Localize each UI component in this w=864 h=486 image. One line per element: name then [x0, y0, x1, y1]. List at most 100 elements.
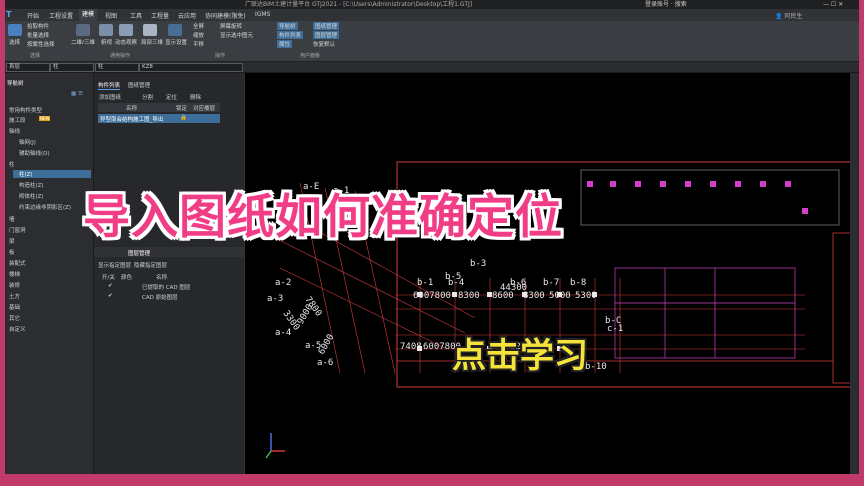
layer-checkbox[interactable]: ✔ — [108, 283, 113, 289]
hide-layers-option[interactable]: 隐藏指定图层 — [134, 261, 167, 269]
view-2d3d-button[interactable]: 二维/三维 — [71, 38, 95, 46]
axis-label: b-4 — [448, 278, 464, 288]
nav-prefab[interactable]: 装配式 — [9, 259, 26, 267]
local-3d-icon[interactable] — [143, 24, 157, 36]
view-2d3d-icon[interactable] — [76, 24, 90, 36]
nav-door-window[interactable]: 门窗洞 — [9, 226, 26, 234]
properties-toggle[interactable]: 属性 — [277, 40, 293, 48]
window-controls[interactable]: — ☐ ✕ — [823, 0, 843, 9]
user-name[interactable]: 👤 阿民生 — [775, 11, 802, 20]
right-scrollbar[interactable] — [850, 73, 859, 474]
nav-axis[interactable]: 轴线 — [9, 127, 20, 135]
nav-constructional-column[interactable]: 构造柱(Z) — [19, 181, 44, 189]
dimension: 7408 — [400, 342, 422, 352]
display-settings-button[interactable]: 显示设置 — [165, 38, 187, 46]
axis-label: b-8 — [570, 278, 586, 288]
app-logo-icon[interactable]: T — [6, 10, 11, 19]
axis-label: a-2 — [275, 278, 291, 288]
orbit-button[interactable]: 动态观察 — [115, 38, 137, 46]
group-label-common: 通用操作 — [110, 53, 131, 59]
nav-wall[interactable]: 墙 — [9, 215, 15, 223]
batch-select-button[interactable]: 批量选择 — [27, 31, 49, 39]
menu-igms[interactable]: IGMS — [255, 11, 270, 18]
show-layers-option[interactable]: 显示指定图层 — [98, 261, 131, 269]
nav-beam[interactable]: 梁 — [9, 237, 15, 245]
layer-checkbox[interactable]: ✔ — [108, 293, 113, 299]
pan-button[interactable]: 平移 — [193, 40, 204, 48]
orbit-icon[interactable] — [119, 24, 133, 36]
nav-foundation[interactable]: 基础 — [9, 303, 20, 311]
component-panel: 构件列表 图纸管理 添加图纸 分割 定位 删除 名称 锁定 对应楼层 异型南会结… — [94, 73, 244, 474]
nav-slab[interactable]: 板 — [9, 248, 15, 256]
dimension: 6007800 — [413, 291, 451, 301]
tab-component-list[interactable]: 构件列表 — [98, 81, 121, 90]
nav-other[interactable]: 其它 — [9, 314, 20, 322]
nav-boundary-zone[interactable]: 约束边缘非阴影区(Z) — [19, 203, 71, 211]
login-search[interactable]: 登录账号 · 搜索 — [645, 0, 687, 9]
nav-common-types[interactable]: 常用构件类型 — [9, 106, 42, 114]
restore-default-button[interactable]: 恢复默认 — [313, 40, 335, 48]
nav-column[interactable]: 柱(Z) — [19, 170, 33, 178]
window-title: 广联达BIM土建计量平台 GTJ2021 - [C:\Users\Adminis… — [245, 1, 473, 8]
zoom-button[interactable]: 缩放 — [193, 31, 204, 39]
nav-decoration[interactable]: 装修 — [9, 281, 20, 289]
menu-modeling[interactable]: 建模 — [79, 9, 98, 21]
show-selected-button[interactable]: 显示选中图元 — [220, 31, 253, 39]
nav-column-group[interactable]: 柱 — [9, 160, 15, 168]
menu-quantities[interactable]: 工程量 — [151, 11, 169, 20]
component-name-select[interactable]: KZ8 — [139, 63, 243, 72]
tab-drawing-manager[interactable]: 图纸管理 — [128, 81, 150, 89]
locate-button[interactable]: 定位 — [166, 93, 177, 101]
floor-select[interactable]: 首层 — [6, 63, 50, 72]
menu-view[interactable]: 视图 — [105, 11, 117, 20]
nav-construction-segment[interactable]: 施工段 — [9, 116, 26, 124]
select-big-label[interactable]: 选择 — [9, 38, 20, 46]
split-button[interactable]: 分割 — [142, 93, 153, 101]
dimension: 6000 — [317, 333, 337, 357]
drawing-canvas[interactable]: a-E a-1 a-D a-2 a-3 a-4 a-5 a-6 b-1 b-5 … — [245, 73, 859, 474]
pick-component-button[interactable]: 拾取构件 — [27, 22, 49, 30]
dimension: 5300 — [575, 291, 597, 301]
axis-label: a-6 — [317, 358, 333, 368]
group-label-user-panel: 用户面板 — [300, 53, 321, 59]
local-3d-button[interactable]: 局部三维 — [141, 38, 163, 46]
add-drawing-button[interactable]: 添加图纸 — [99, 93, 121, 101]
category-select[interactable]: 柱 — [50, 63, 94, 72]
top-view-button[interactable]: 俯视 — [101, 38, 112, 46]
component-list-toggle[interactable]: 构件列表 — [277, 31, 304, 39]
nav-axis-grid[interactable]: 轴网(J) — [19, 138, 36, 146]
nav-custom[interactable]: 自定义 — [9, 325, 26, 333]
nav-aux-axis[interactable]: 辅助轴线(O) — [19, 149, 50, 157]
overlay-subtitle[interactable]: 点击学习 — [452, 328, 588, 377]
axis-label: b-7 — [543, 278, 559, 288]
nav-stairs[interactable]: 楼梯 — [9, 270, 20, 278]
nav-masonry-column[interactable]: 砌体柱(Z) — [19, 192, 44, 200]
lock-icon[interactable]: 🔒 — [180, 115, 187, 121]
delete-button[interactable]: 删除 — [190, 93, 201, 101]
col-layer-name: 名称 — [156, 275, 168, 281]
menu-cloud[interactable]: 云应用 — [178, 11, 196, 20]
nav-earthwork[interactable]: 土方 — [9, 292, 20, 300]
nav-view-icons[interactable]: ▦ ☰ — [71, 91, 83, 97]
ribbon: 选择 拾取构件 批量选择 按属性选择 二维/三维 俯视 动态观察 局部三维 显示… — [5, 21, 859, 62]
overlay-title: 导入图纸如何准确定位 — [83, 190, 563, 245]
display-settings-icon[interactable] — [168, 24, 182, 36]
property-bar: 首层 柱 柱 KZ8 — [5, 62, 859, 73]
axis-label: a-4 — [275, 328, 291, 338]
fullscreen-button[interactable]: 全屏 — [193, 22, 204, 30]
drawing-manager-toggle[interactable]: 图纸管理 — [313, 22, 340, 30]
layer-name: CAD 原始图层 — [142, 295, 178, 301]
menu-tools[interactable]: 工具 — [130, 11, 142, 20]
type-select[interactable]: 柱 — [95, 63, 139, 72]
select-big-icon[interactable] — [8, 24, 22, 36]
tab-layer-manager[interactable]: 图层管理 — [128, 249, 150, 257]
screen-rotate-button[interactable]: 屏幕旋转 — [220, 22, 242, 30]
col-on-off: 开/关 — [102, 275, 115, 281]
menu-collab[interactable]: 协同建模(限免) — [205, 11, 246, 20]
menu-start[interactable]: 开始 — [27, 11, 39, 20]
menu-project-settings[interactable]: 工程设置 — [49, 11, 73, 20]
select-by-attribute-button[interactable]: 按属性选择 — [27, 40, 55, 48]
nav-tree-toggle[interactable]: 导航树 — [277, 22, 298, 30]
top-view-icon[interactable] — [99, 24, 113, 36]
layer-manager-toggle[interactable]: 图层管理 — [313, 31, 340, 39]
